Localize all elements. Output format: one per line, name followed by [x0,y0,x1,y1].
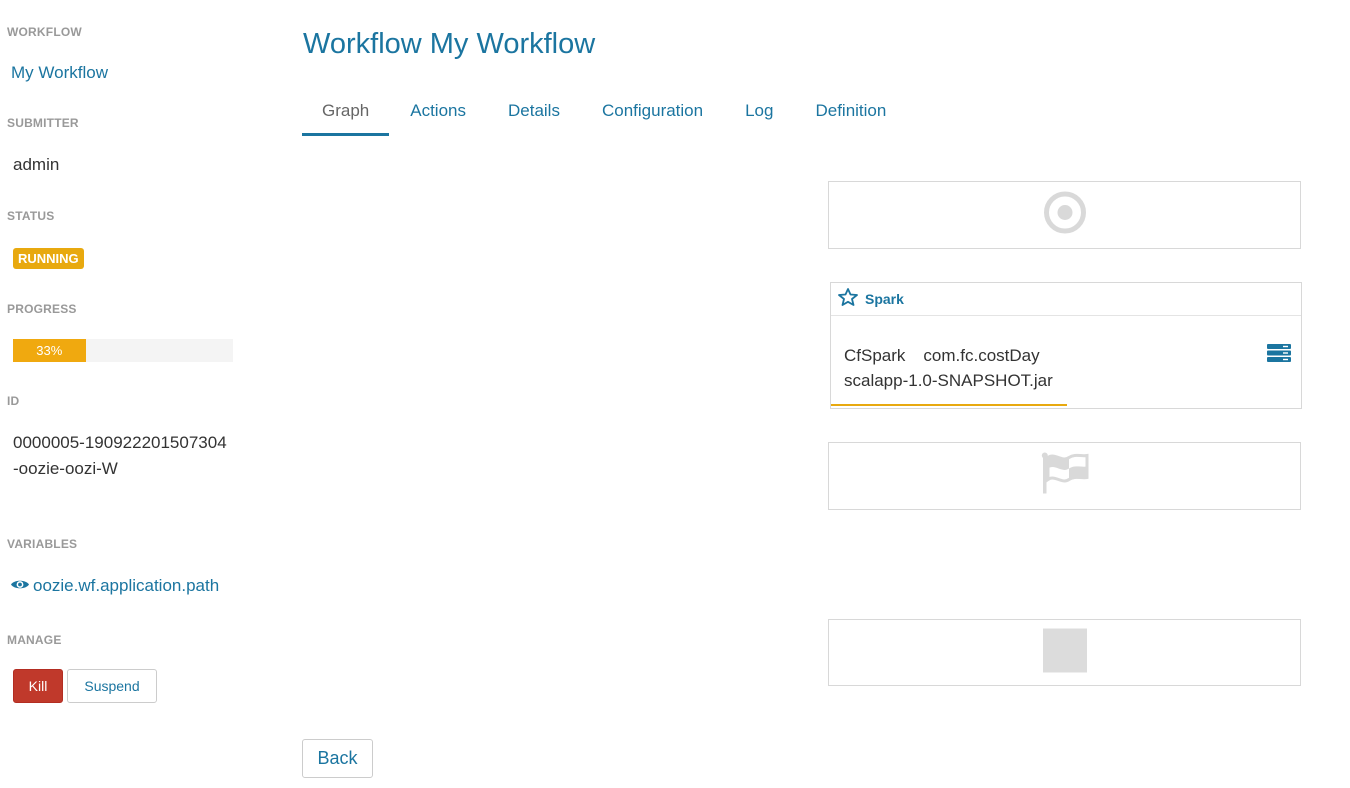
variable-name: oozie.wf.application.path [33,576,220,595]
tab-actions[interactable]: Actions [389,96,487,136]
graph-kill-node[interactable] [828,619,1301,686]
status-badge: RUNNING [13,248,84,269]
kill-stop-icon [1042,628,1087,677]
tab-log[interactable]: Log [724,96,794,136]
workflow-id: 0000005-190922201507304-oozie-oozi-W [13,433,227,478]
tab-configuration[interactable]: Configuration [581,96,724,136]
action-header: Spark [831,283,1301,316]
spark-icon [837,287,859,311]
status-label: STATUS [7,209,55,223]
variable-link[interactable]: oozie.wf.application.path [10,576,219,596]
tab-graph[interactable]: Graph [302,96,390,136]
progress-bar-fill: 33% [13,339,86,362]
graph-action-node[interactable]: Spark CfSpark com.fc.costDay scalapp-1.0-… [830,282,1302,409]
progress-bar: 33% [13,339,233,362]
action-class: com.fc.costDay [923,346,1040,365]
action-name: CfSpark [844,346,906,365]
action-details: CfSpark com.fc.costDay scalapp-1.0-SNAPSH… [844,343,1053,393]
tab-definition[interactable]: Definition [794,96,907,136]
id-label: ID [7,394,20,408]
page-title: Workflow My Workflow [303,28,596,60]
end-flag-icon [1040,452,1090,501]
action-progress-bar [831,404,1067,406]
suspend-button[interactable]: Suspend [67,669,157,703]
workflow-label: WORKFLOW [7,25,82,39]
manage-label: MANAGE [7,633,62,647]
graph-end-node[interactable] [828,442,1301,510]
progress-label: PROGRESS [7,302,77,316]
tab-details[interactable]: Details [487,96,581,136]
action-jar: scalapp-1.0-SNAPSHOT.jar [844,371,1053,390]
submitter-label: SUBMITTER [7,116,79,130]
start-target-icon [1043,191,1087,240]
workflow-name-link[interactable]: My Workflow [11,63,108,83]
variables-label: VARIABLES [7,537,78,551]
sidebar: WORKFLOW My Workflow SUBMITTER admin STA… [0,0,240,788]
server-menu-icon[interactable] [1266,343,1292,368]
tab-bar: Graph Actions Details Configuration Log … [302,96,907,136]
action-type-label: Spark [865,291,904,307]
graph-start-node[interactable] [828,181,1301,249]
eye-icon [10,576,30,596]
submitter-value: admin [13,155,60,174]
kill-button[interactable]: Kill [13,669,63,703]
back-button[interactable]: Back [302,739,373,778]
